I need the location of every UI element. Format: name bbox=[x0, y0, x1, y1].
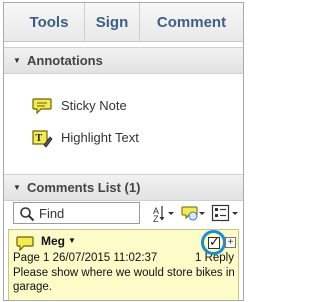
comments-list-title: Comments List (1) bbox=[27, 180, 141, 195]
comment-pane: Tools Sign Comment ▼ Annotations Sticky … bbox=[3, 2, 244, 301]
collapse-triangle-icon[interactable]: ▼ bbox=[13, 175, 21, 201]
comment-checkbox[interactable]: ✓ bbox=[208, 234, 220, 249]
comments-list-section-header[interactable]: ▼ Comments List (1) bbox=[4, 174, 243, 201]
tab-comment[interactable]: Comment bbox=[140, 3, 243, 42]
tab-tools[interactable]: Tools bbox=[14, 3, 84, 42]
sort-icon[interactable]: A Z bbox=[152, 203, 176, 223]
tab-sign[interactable]: Sign bbox=[84, 3, 140, 42]
collapse-triangle-icon[interactable]: ▼ bbox=[13, 48, 21, 74]
search-icon bbox=[20, 207, 35, 222]
sticky-note-label: Sticky Note bbox=[61, 98, 127, 113]
expand-icon[interactable]: + bbox=[225, 237, 236, 248]
tab-bar: Tools Sign Comment bbox=[4, 3, 243, 42]
sticky-note-icon bbox=[32, 98, 52, 115]
comment-item[interactable]: Meg ▼ Page 1 26/07/2015 11:02:37 1 Reply… bbox=[8, 229, 239, 300]
comment-author[interactable]: Meg bbox=[41, 234, 65, 248]
chevron-down-icon[interactable]: ▼ bbox=[68, 236, 76, 245]
filter-comments-icon[interactable] bbox=[180, 203, 206, 223]
find-search-box[interactable] bbox=[13, 202, 140, 224]
svg-text:T: T bbox=[36, 133, 43, 144]
find-input[interactable] bbox=[39, 204, 137, 222]
checkmark-icon: ✓ bbox=[209, 234, 220, 249]
sticky-note-icon bbox=[16, 236, 34, 252]
comment-text: Please show where we would store bikes i… bbox=[13, 267, 235, 293]
annotations-title: Annotations bbox=[27, 53, 103, 68]
svg-text:Z: Z bbox=[153, 214, 159, 223]
highlight-text-label: Highlight Text bbox=[61, 130, 139, 145]
highlight-text-icon: T bbox=[32, 130, 53, 148]
comment-meta: Page 1 26/07/2015 11:02:37 bbox=[13, 252, 158, 264]
annotations-section-header[interactable]: ▼ Annotations bbox=[4, 47, 243, 74]
options-menu-icon[interactable] bbox=[211, 203, 239, 223]
